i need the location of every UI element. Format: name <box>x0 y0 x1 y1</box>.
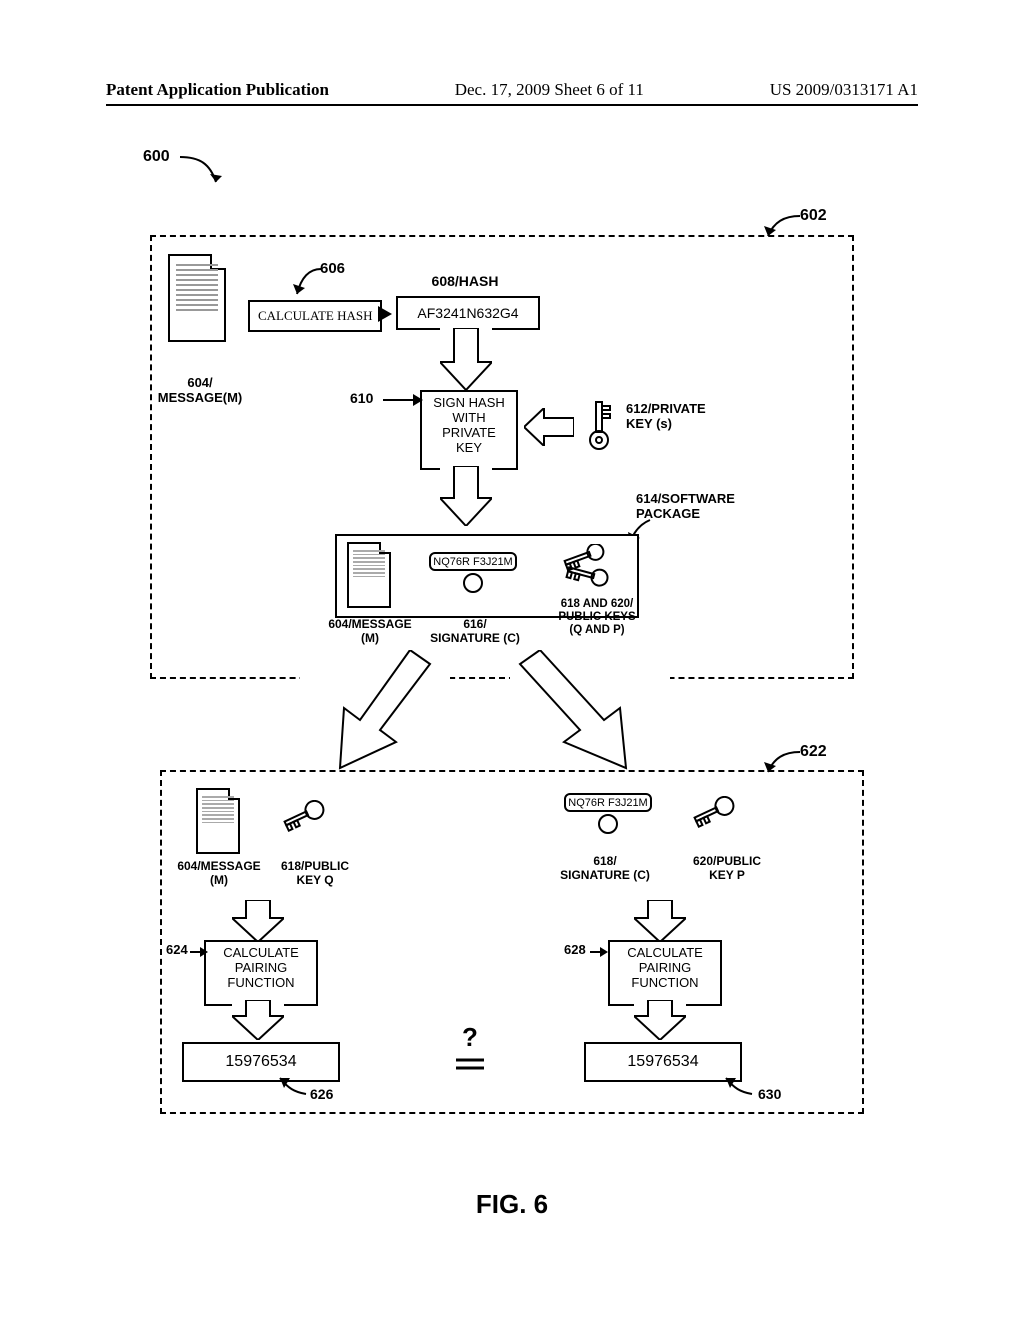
figure-caption: FIG. 6 <box>0 1189 1024 1220</box>
label-618-public-key-q: 618/PUBLIC KEY Q <box>268 860 362 888</box>
ref-600: 600 <box>143 148 170 166</box>
box-calc-pairing-right: CALCULATE PAIRING FUNCTION <box>608 940 722 1006</box>
label-608-hash: 608/HASH <box>400 273 530 289</box>
label-614-software-package: 614/SOFTWARE PACKAGE <box>636 492 735 522</box>
compare-icon: ? <box>446 1024 494 1083</box>
ref-602-arrow <box>760 212 804 242</box>
signature-value-618: NQ76R F3J21M <box>568 797 647 809</box>
label-604-bottom: 604/MESSAGE (M) <box>172 860 266 888</box>
arrow-hash-to-sign <box>440 328 492 390</box>
private-key-icon <box>578 400 616 452</box>
arrow-privatekey-into-sign <box>524 408 574 446</box>
label-612-private-key: 612/PRIVATE KEY (s) <box>626 402 706 432</box>
ref-610-arrow <box>383 393 423 407</box>
ref-622-arrow <box>760 748 804 778</box>
page-header: Patent Application Publication Dec. 17, … <box>106 80 918 106</box>
label-616-signature: 616/ SIGNATURE (C) <box>420 618 530 646</box>
ref-630: 630 <box>758 1086 781 1102</box>
page: Patent Application Publication Dec. 17, … <box>0 0 1024 1320</box>
label-604-top: 604/ MESSAGE(M) <box>140 376 260 406</box>
signature-c-bottom: NQ76R F3J21M <box>548 793 668 834</box>
box-sign-hash: SIGN HASH WITH PRIVATE KEY <box>420 390 518 470</box>
box-calc-pairing-left: CALCULATE PAIRING FUNCTION <box>204 940 318 1006</box>
ref-610: 610 <box>350 390 373 406</box>
box-calculate-hash-text: CALCULATE HASH <box>258 308 372 323</box>
value-608-hash: AF3241N632G4 <box>396 296 540 330</box>
ref-630-arrow <box>726 1078 756 1098</box>
arrow-left-output <box>232 1000 284 1040</box>
public-keys-icon-in-package <box>556 544 616 590</box>
box-calculate-hash: CALCULATE HASH <box>248 300 382 332</box>
label-620-public-key-p: 620/PUBLIC KEY P <box>680 855 774 883</box>
ref-600-arrow <box>180 152 230 192</box>
hashbox-to-hashvalue-arrow <box>378 306 396 322</box>
header-publication: Patent Application Publication <box>106 80 329 100</box>
message-icon-bottom <box>196 788 240 854</box>
value-630: 15976534 <box>584 1042 742 1082</box>
arrow-right-output <box>634 1000 686 1040</box>
public-key-p-icon <box>692 796 742 836</box>
value-626: 15976534 <box>182 1042 340 1082</box>
ref-622: 622 <box>800 743 827 761</box>
label-618-620-publickeys: 618 AND 620/ PUBLIC KEYS (Q AND P) <box>542 598 652 638</box>
label-618-signature-c: 618/ SIGNATURE (C) <box>550 855 660 883</box>
arrow-package-to-left <box>300 650 450 770</box>
label-604-mid: 604/MESSAGE (M) <box>320 618 420 646</box>
ref-624: 624 <box>166 942 188 957</box>
message-icon-in-package <box>347 542 391 608</box>
ref-602: 602 <box>800 207 827 225</box>
ref-628-arrow <box>590 946 608 958</box>
signature-value-616: NQ76R F3J21M <box>433 556 512 568</box>
arrow-left-pairing <box>232 900 284 942</box>
public-key-q-icon <box>282 800 332 840</box>
ref-606-arrow <box>291 266 325 300</box>
signature-c-in-package: NQ76R F3J21M <box>418 552 528 593</box>
message-icon-top <box>168 254 226 342</box>
ref-626-arrow <box>280 1078 310 1098</box>
arrow-sign-to-package <box>440 466 492 526</box>
header-pubnumber: US 2009/0313171 A1 <box>770 80 918 100</box>
ref-628: 628 <box>564 942 586 957</box>
arrow-right-pairing <box>634 900 686 942</box>
ref-626: 626 <box>310 1086 333 1102</box>
header-date-sheet: Dec. 17, 2009 Sheet 6 of 11 <box>455 80 644 100</box>
svg-text:?: ? <box>462 1024 478 1052</box>
ref-624-arrow <box>190 946 208 958</box>
arrow-package-to-right <box>510 650 670 770</box>
